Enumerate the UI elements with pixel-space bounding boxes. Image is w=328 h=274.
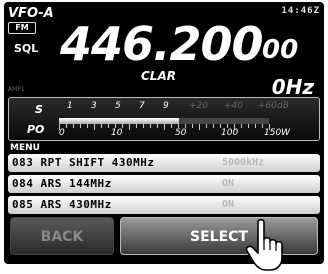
menu-item-value: ON [222, 199, 235, 210]
meter-tick [87, 124, 88, 128]
back-button[interactable]: BACK [10, 217, 114, 255]
s-meter-label: S [35, 103, 43, 116]
meter-tick [66, 124, 67, 128]
menu-item-value: ON [222, 178, 235, 189]
s-po-meter: S PO 1 3 5 7 9 +20 +40 +60dB 0 10 50 100… [8, 97, 320, 141]
s-scale-tick: +20 [189, 101, 208, 111]
meter-tick [80, 124, 81, 128]
po-scale-tick: 0 [59, 128, 65, 138]
meter-tick [199, 124, 200, 130]
menu-item[interactable]: 084 ARS 144MHz ON [8, 175, 320, 193]
s-scale-tick: 3 [91, 101, 97, 111]
clarifier-label: CLAR [141, 69, 176, 83]
meter-tick [206, 124, 207, 128]
clarifier-value: 0Hz [271, 75, 314, 99]
meter-tick [108, 124, 109, 128]
frequency-main: 446.200 [60, 17, 264, 71]
menu-item[interactable]: 083 RPT SHIFT 430MHz 5000kHz [8, 154, 320, 172]
meter-tick [248, 124, 249, 128]
menu-item[interactable]: 085 ARS 430MHz ON [8, 196, 320, 214]
po-scale-tick: 50 [175, 128, 187, 138]
vfo-label: VFO-A [8, 6, 54, 21]
meter-tick [192, 124, 193, 128]
s-scale-tick: +60dB [258, 101, 289, 111]
po-meter-label: PO [27, 123, 45, 136]
s-scale-tick: 9 [163, 101, 169, 111]
meter-tick [136, 124, 137, 128]
meter-tick [101, 124, 102, 128]
meter-tick [262, 124, 263, 128]
po-scale-tick: 150W [264, 128, 291, 138]
meter-tick [94, 124, 95, 130]
menu-item-label: 084 ARS 144MHz [12, 177, 112, 190]
menu-item-label: 085 ARS 430MHz [12, 198, 112, 211]
hand-pointer-icon [245, 218, 283, 271]
s-scale-tick: 5 [115, 101, 121, 111]
po-scale-tick: 100 [221, 128, 239, 138]
s-scale-tick: 7 [139, 101, 145, 111]
meter-tick [164, 124, 165, 130]
meter-tick [171, 124, 172, 128]
meter-tick [241, 124, 242, 128]
meter-tick [255, 124, 256, 128]
amp-indicator: AMP1 [8, 86, 25, 93]
po-scale-tick: 10 [111, 128, 123, 138]
mode-indicator: FM [8, 22, 36, 34]
clock: 14:46Z [281, 6, 320, 16]
s-scale-tick: +40 [224, 101, 243, 111]
s-scale-tick: 1 [67, 101, 73, 111]
meter-tick [150, 124, 151, 128]
menu-title: MENU [10, 143, 40, 153]
meter-tick [213, 124, 214, 128]
meter-tick [157, 124, 158, 128]
menu-item-label: 083 RPT SHIFT 430MHz [12, 156, 155, 169]
frequency-sub: 00 [262, 35, 299, 65]
meter-tick [73, 124, 74, 128]
menu-item-value: 5000kHz [222, 157, 265, 168]
sql-indicator: SQL [14, 42, 39, 55]
meter-tick [129, 124, 130, 130]
meter-tick [143, 124, 144, 128]
